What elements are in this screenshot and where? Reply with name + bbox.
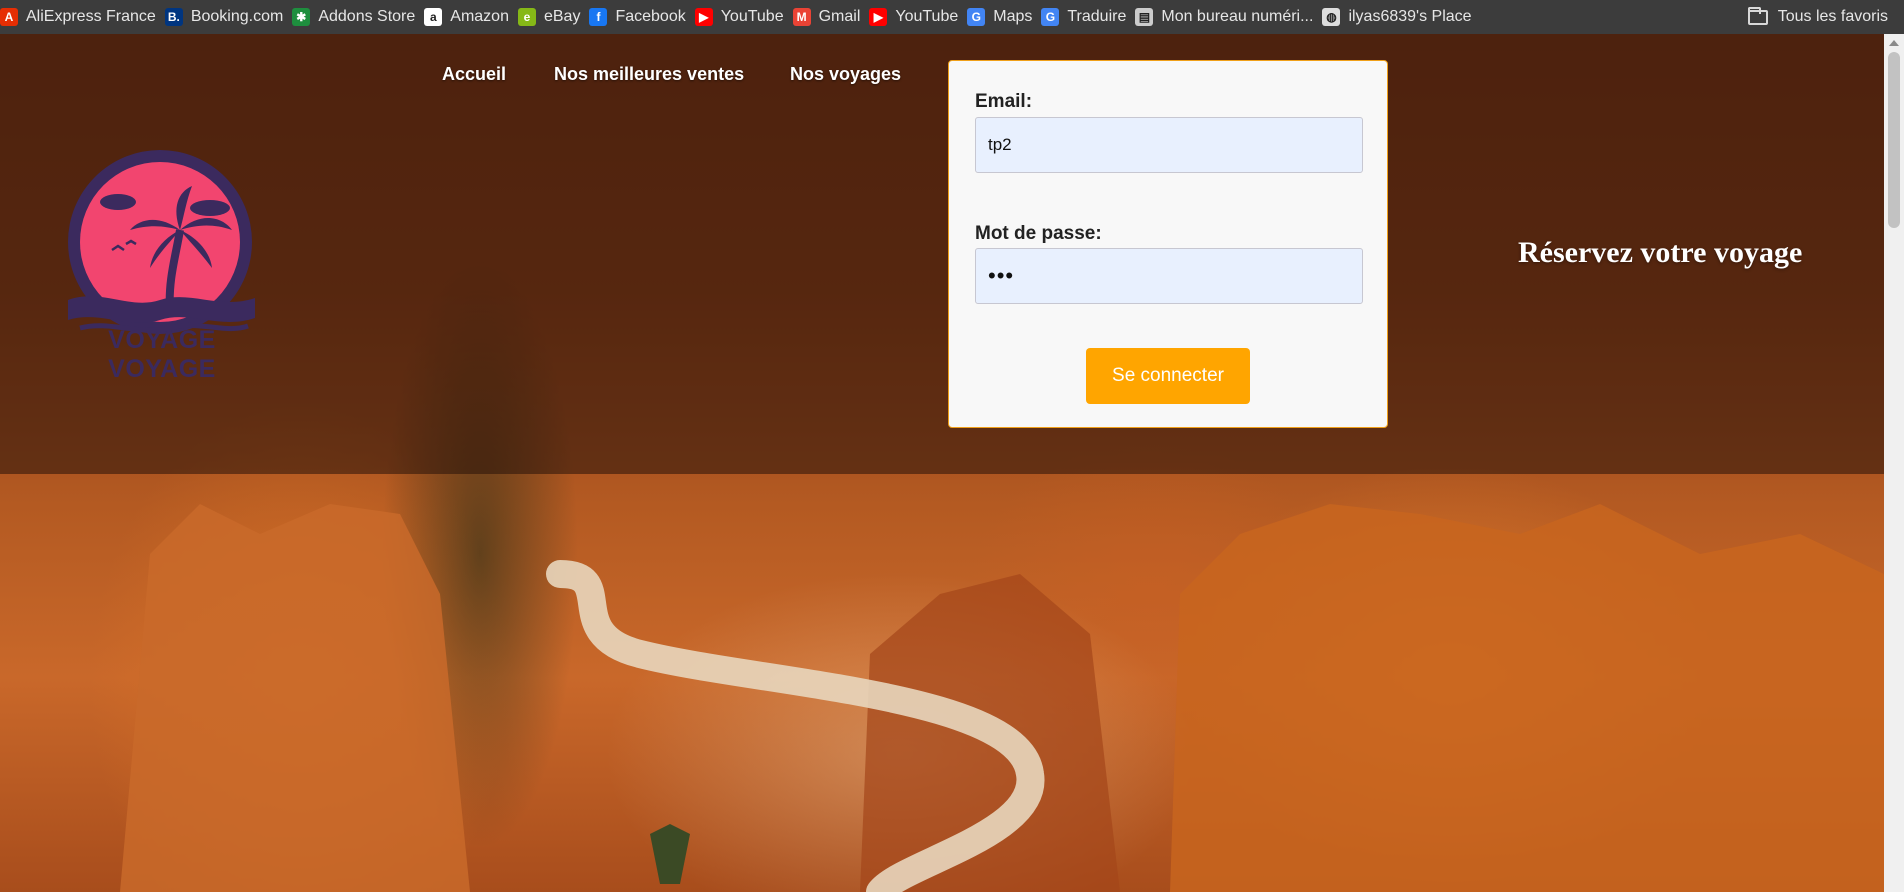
facebook-icon: f — [589, 8, 608, 26]
all-favorites-button[interactable]: Tous les favoris — [1747, 0, 1888, 34]
booking-icon: B. — [164, 8, 183, 26]
bookmark-item[interactable]: ▤ Mon bureau numéri... — [1135, 0, 1322, 34]
gmail-icon: M — [792, 8, 811, 26]
document-icon: ▤ — [1135, 8, 1154, 26]
bookmark-item[interactable]: G Maps — [967, 0, 1041, 34]
bookmark-item[interactable]: e eBay — [517, 0, 589, 34]
bookmark-item[interactable]: ◍ ilyas6839's Place — [1322, 0, 1480, 34]
folder-icon — [1747, 6, 1768, 25]
bookmark-label: YouTube — [720, 8, 784, 25]
nav-trips[interactable]: Nos voyages — [790, 64, 901, 85]
translate-icon: G — [1041, 8, 1060, 26]
bookmark-label: Amazon — [450, 8, 509, 25]
password-label: Mot de passe: — [975, 223, 1102, 244]
bookmarks-bar: A AliExpress France B. Booking.com ✱ Addons S… — [0, 0, 1904, 34]
addons-store-icon: ✱ — [292, 8, 311, 26]
ebay-icon: e — [517, 8, 536, 26]
email-field[interactable] — [975, 117, 1363, 173]
bookmark-label: ilyas6839's Place — [1348, 8, 1472, 25]
youtube-icon: ▶ — [869, 8, 888, 26]
bookmark-label: YouTube — [895, 8, 959, 25]
amazon-icon: a — [424, 8, 443, 26]
bookmark-label: AliExpress France — [26, 8, 156, 25]
bookmark-label: Mon bureau numéri... — [1161, 8, 1314, 25]
bookmark-item[interactable]: M Gmail — [792, 0, 870, 34]
login-card: Email: Mot de passe: Se connecter — [948, 60, 1388, 428]
scroll-up-icon[interactable] — [1889, 40, 1899, 46]
bookmark-label: Traduire — [1067, 8, 1127, 25]
bookmark-item[interactable]: f Facebook — [589, 0, 694, 34]
page-scrollbar[interactable] — [1884, 34, 1904, 892]
bookmark-item[interactable]: G Traduire — [1041, 0, 1135, 34]
bookmark-label: Gmail — [818, 8, 861, 25]
bookmark-item[interactable]: ▶ YouTube — [694, 0, 793, 34]
tagline: Réservez votre voyage — [1518, 236, 1803, 269]
bookmark-label: Facebook — [615, 8, 686, 25]
aliexpress-icon: A — [0, 8, 18, 26]
nav-best-sellers[interactable]: Nos meilleures ventes — [554, 64, 744, 85]
bookmark-label: Booking.com — [190, 8, 284, 25]
login-button[interactable]: Se connecter — [1086, 348, 1250, 404]
bookmark-label: Maps — [993, 8, 1033, 25]
bookmark-item[interactable]: ▶ YouTube — [869, 0, 967, 34]
youtube-icon: ▶ — [694, 8, 713, 26]
google-icon: G — [967, 8, 986, 26]
all-favorites-label: Tous les favoris — [1777, 8, 1888, 25]
logo-text: VOYAGE VOYAGE — [108, 326, 216, 383]
globe-icon: ◍ — [1322, 8, 1341, 26]
scrollbar-thumb[interactable] — [1888, 52, 1900, 228]
bookmark-item[interactable]: ✱ Addons Store — [292, 0, 424, 34]
bookmark-label: Addons Store — [318, 8, 416, 25]
bookmarks-list: A AliExpress France B. Booking.com ✱ Addons S… — [0, 0, 1481, 34]
email-label: Email: — [975, 91, 1033, 112]
bookmark-item[interactable]: B. Booking.com — [164, 0, 293, 34]
nav-home[interactable]: Accueil — [442, 64, 506, 85]
password-field[interactable] — [975, 248, 1363, 304]
bookmark-item[interactable]: A AliExpress France — [0, 0, 165, 34]
bookmark-item[interactable]: a Amazon — [424, 0, 518, 34]
bookmark-label: eBay — [543, 8, 581, 25]
